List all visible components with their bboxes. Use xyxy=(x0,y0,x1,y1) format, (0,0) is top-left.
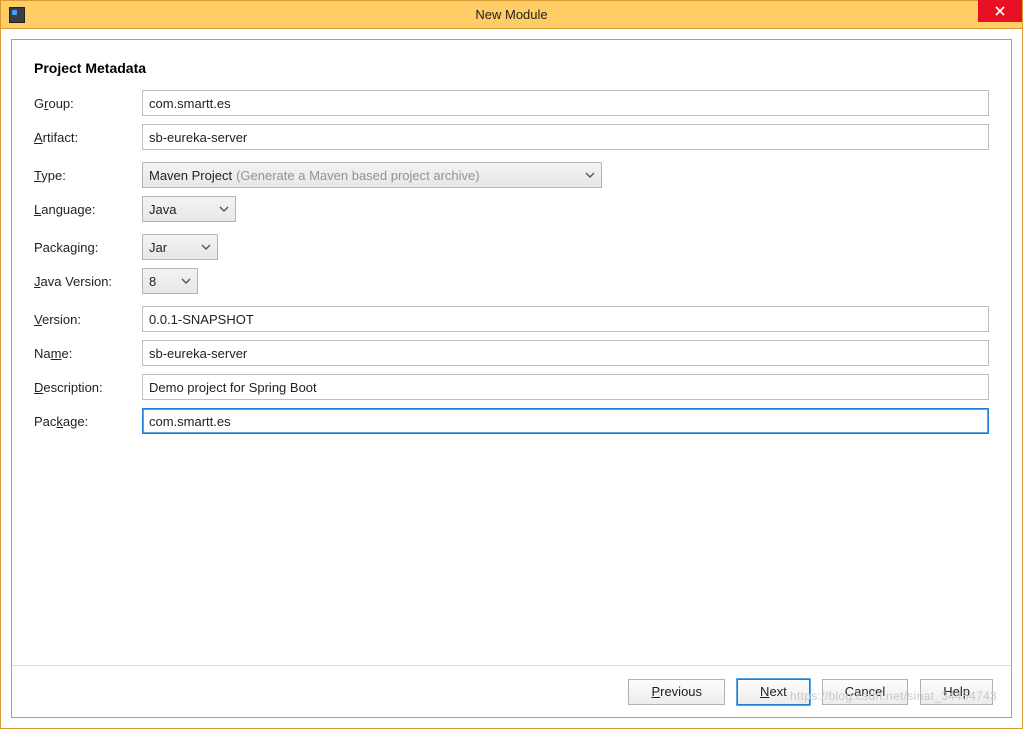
chevron-down-icon xyxy=(181,276,191,286)
version-input[interactable] xyxy=(142,306,989,332)
row-description: Description: xyxy=(34,374,989,400)
form-area: Project Metadata Group: Artifact: Type: … xyxy=(12,40,1011,665)
section-title: Project Metadata xyxy=(34,60,989,76)
row-package: Package: xyxy=(34,408,989,434)
java-version-select[interactable]: 8 xyxy=(142,268,198,294)
label-group: Group: xyxy=(34,96,142,111)
language-select[interactable]: Java xyxy=(142,196,236,222)
row-artifact: Artifact: xyxy=(34,124,989,150)
label-version: Version: xyxy=(34,312,142,327)
content-wrapper: Project Metadata Group: Artifact: Type: … xyxy=(1,29,1022,728)
chevron-down-icon xyxy=(201,242,211,252)
group-input[interactable] xyxy=(142,90,989,116)
window-title: New Module xyxy=(475,7,547,22)
titlebar: New Module xyxy=(1,1,1022,29)
label-packaging: Packaging: xyxy=(34,240,142,255)
type-select[interactable]: Maven Project (Generate a Maven based pr… xyxy=(142,162,602,188)
row-language: Language: Java xyxy=(34,196,989,222)
label-name: Name: xyxy=(34,346,142,361)
panel: Project Metadata Group: Artifact: Type: … xyxy=(11,39,1012,718)
packaging-select[interactable]: Jar xyxy=(142,234,218,260)
app-icon xyxy=(9,7,25,23)
window: New Module Project Metadata Group: Artif… xyxy=(0,0,1023,729)
row-version: Version: xyxy=(34,306,989,332)
previous-button[interactable]: Previous xyxy=(628,679,725,705)
watermark: https://blog.csdn.net/sinat_34454743 xyxy=(790,689,997,703)
description-input[interactable] xyxy=(142,374,989,400)
language-select-value: Java xyxy=(149,202,176,217)
package-input[interactable] xyxy=(142,408,989,434)
label-language: Language: xyxy=(34,202,142,217)
label-description: Description: xyxy=(34,380,142,395)
label-type: Type: xyxy=(34,168,142,183)
name-input[interactable] xyxy=(142,340,989,366)
row-group: Group: xyxy=(34,90,989,116)
close-button[interactable] xyxy=(978,0,1022,22)
label-java-version: Java Version: xyxy=(34,274,142,289)
artifact-input[interactable] xyxy=(142,124,989,150)
label-artifact: Artifact: xyxy=(34,130,142,145)
type-select-value: Maven Project xyxy=(149,168,232,183)
row-type: Type: Maven Project (Generate a Maven ba… xyxy=(34,162,989,188)
type-select-hint: (Generate a Maven based project archive) xyxy=(236,168,480,183)
row-java-version: Java Version: 8 xyxy=(34,268,989,294)
packaging-select-value: Jar xyxy=(149,240,167,255)
row-name: Name: xyxy=(34,340,989,366)
chevron-down-icon xyxy=(585,170,595,180)
label-package: Package: xyxy=(34,414,142,429)
row-packaging: Packaging: Jar xyxy=(34,234,989,260)
close-icon xyxy=(995,5,1005,18)
java-version-select-value: 8 xyxy=(149,274,156,289)
chevron-down-icon xyxy=(219,204,229,214)
